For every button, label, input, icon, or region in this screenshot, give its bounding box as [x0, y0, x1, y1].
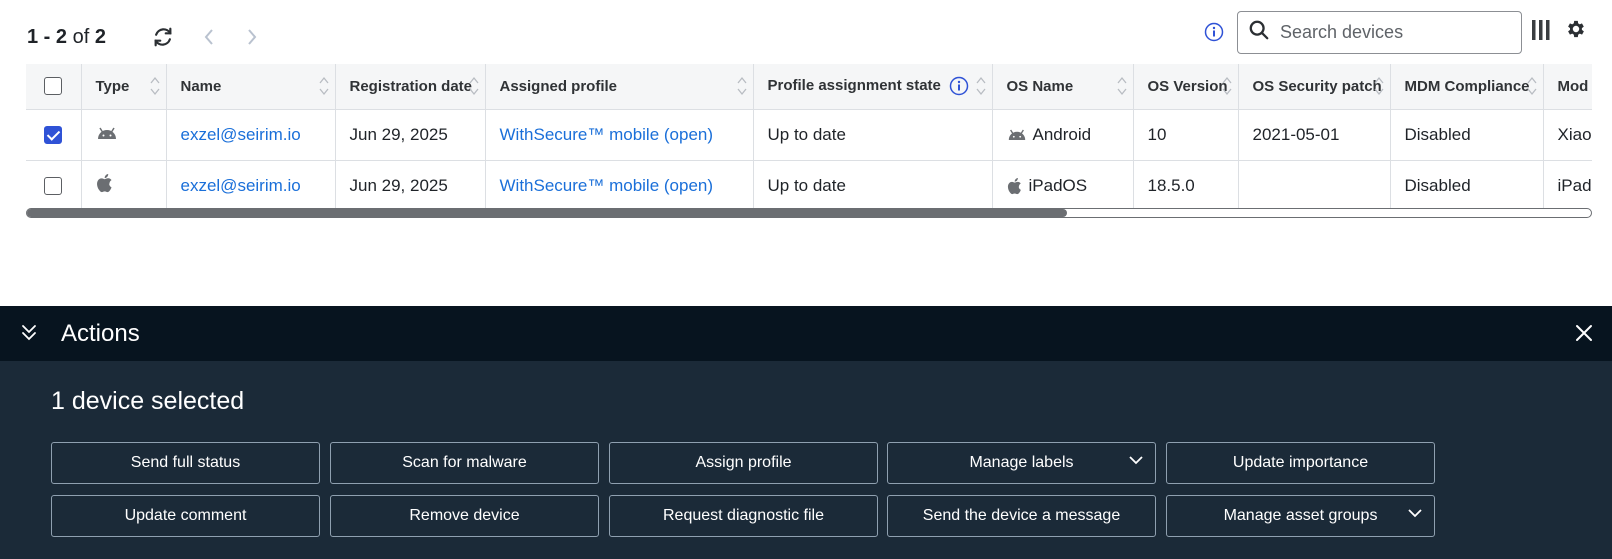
- actions-title: Actions: [61, 320, 140, 347]
- sort-icon: [736, 76, 747, 96]
- assign-profile-button[interactable]: Assign profile: [609, 442, 878, 484]
- assignment-state-cell: Up to date: [753, 109, 993, 161]
- registration-date-cell: Jun 29, 2025: [335, 109, 486, 161]
- security-patch-cell: [1238, 160, 1391, 212]
- update-comment-button[interactable]: Update comment: [51, 495, 320, 537]
- result-range: 1 - 2: [27, 26, 68, 48]
- assigned-profile-link[interactable]: WithSecure™ mobile (open): [485, 160, 754, 212]
- apple-icon: [96, 174, 111, 193]
- send-full-status-button[interactable]: Send full status: [51, 442, 320, 484]
- chevron-down-icon: [1408, 509, 1422, 518]
- scrollbar-thumb[interactable]: [27, 209, 1067, 217]
- manage-asset-groups-label: Manage asset groups: [1223, 507, 1378, 524]
- sort-icon: [1221, 76, 1232, 96]
- table-row[interactable]: exzel@seirim.io Jun 29, 2025 WithSecure™…: [26, 160, 1592, 212]
- horizontal-scrollbar[interactable]: [26, 208, 1592, 218]
- android-icon: [97, 127, 116, 139]
- sort-icon: [149, 76, 160, 96]
- device-name-link[interactable]: exzel@seirim.io: [166, 160, 336, 212]
- table-toolbar: 1 - 2 of 2: [0, 0, 1612, 64]
- apple-icon: [1007, 177, 1021, 194]
- os-name-cell: iPadOS: [992, 160, 1134, 212]
- chevron-right-icon[interactable]: [242, 24, 262, 50]
- security-patch-cell: 2021-05-01: [1238, 109, 1391, 161]
- manage-asset-groups-dropdown[interactable]: Manage asset groups: [1166, 495, 1435, 537]
- search-box[interactable]: [1237, 11, 1522, 54]
- model-cell: iPad: [1543, 160, 1592, 212]
- sort-icon: [1116, 76, 1127, 96]
- result-count: 1 - 2 of 2: [27, 26, 106, 49]
- column-header-name[interactable]: Name: [166, 64, 336, 110]
- assignment-state-cell: Up to date: [753, 160, 993, 212]
- columns-icon[interactable]: [1530, 18, 1552, 42]
- os-version-cell: 18.5.0: [1133, 160, 1239, 212]
- os-name-text: iPadOS: [1028, 175, 1088, 195]
- remove-device-button[interactable]: Remove device: [330, 495, 599, 537]
- chevron-down-icon: [1129, 456, 1143, 465]
- collapse-icon[interactable]: [21, 324, 37, 342]
- row-checkbox[interactable]: [44, 126, 63, 145]
- chevron-left-icon[interactable]: [199, 24, 219, 50]
- column-header-os-name[interactable]: OS Name: [992, 64, 1134, 110]
- sort-icon: [318, 76, 329, 96]
- model-cell: Xiao: [1543, 109, 1592, 161]
- type-cell: [81, 109, 167, 161]
- column-header-security-patch[interactable]: OS Security patch: [1238, 64, 1391, 110]
- column-header-assignment-state[interactable]: Profile assignment state: [753, 64, 993, 110]
- search-icon: [1248, 19, 1270, 46]
- update-importance-button[interactable]: Update importance: [1166, 442, 1435, 484]
- mdm-compliance-cell: Disabled: [1390, 160, 1544, 212]
- column-header-registration-date[interactable]: Registration date: [335, 64, 486, 110]
- scan-for-malware-button[interactable]: Scan for malware: [330, 442, 599, 484]
- column-header-model[interactable]: Mod: [1543, 64, 1592, 110]
- column-header-mdm-compliance[interactable]: MDM Compliance: [1390, 64, 1544, 110]
- request-diagnostic-file-button[interactable]: Request diagnostic file: [609, 495, 878, 537]
- select-all-checkbox[interactable]: [44, 77, 63, 96]
- search-input[interactable]: [1280, 22, 1500, 43]
- sort-icon: [1373, 76, 1384, 96]
- send-message-button[interactable]: Send the device a message: [887, 495, 1156, 537]
- column-header-os-version[interactable]: OS Version: [1133, 64, 1239, 110]
- device-name-link[interactable]: exzel@seirim.io: [166, 109, 336, 161]
- manage-labels-dropdown[interactable]: Manage labels: [887, 442, 1156, 484]
- info-icon[interactable]: [949, 76, 969, 96]
- table-row[interactable]: exzel@seirim.io Jun 29, 2025 WithSecure™…: [26, 109, 1592, 161]
- selection-summary: 1 device selected: [51, 387, 245, 415]
- select-all-header: [26, 64, 82, 110]
- column-header-type[interactable]: Type: [81, 64, 167, 110]
- refresh-icon[interactable]: [150, 24, 176, 50]
- android-icon: [1008, 129, 1025, 140]
- row-checkbox[interactable]: [44, 177, 63, 196]
- info-icon[interactable]: [1203, 21, 1225, 43]
- type-cell: [81, 160, 167, 212]
- mdm-compliance-cell: Disabled: [1390, 109, 1544, 161]
- column-header-assigned-profile[interactable]: Assigned profile: [485, 64, 754, 110]
- sort-icon: [1526, 76, 1537, 96]
- sort-icon: [975, 76, 986, 96]
- os-version-cell: 10: [1133, 109, 1239, 161]
- actions-panel-header: Actions: [0, 306, 1612, 361]
- os-name-cell: Android: [992, 109, 1134, 161]
- table-header-row: Type Name Registration date Assigned pro…: [26, 64, 1592, 110]
- row-select-cell: [26, 109, 82, 161]
- registration-date-cell: Jun 29, 2025: [335, 160, 486, 212]
- devices-table: Type Name Registration date Assigned pro…: [26, 64, 1592, 222]
- result-total: 2: [94, 26, 106, 48]
- row-select-cell: [26, 160, 82, 212]
- actions-panel: Actions 1 device selected Send full stat…: [0, 306, 1612, 559]
- close-icon[interactable]: [1574, 323, 1594, 343]
- sort-icon: [468, 76, 479, 96]
- manage-labels-label: Manage labels: [969, 454, 1074, 471]
- assigned-profile-link[interactable]: WithSecure™ mobile (open): [485, 109, 754, 161]
- result-of-label: of: [72, 26, 90, 48]
- gear-icon[interactable]: [1564, 17, 1588, 41]
- os-name-text: Android: [1032, 124, 1092, 144]
